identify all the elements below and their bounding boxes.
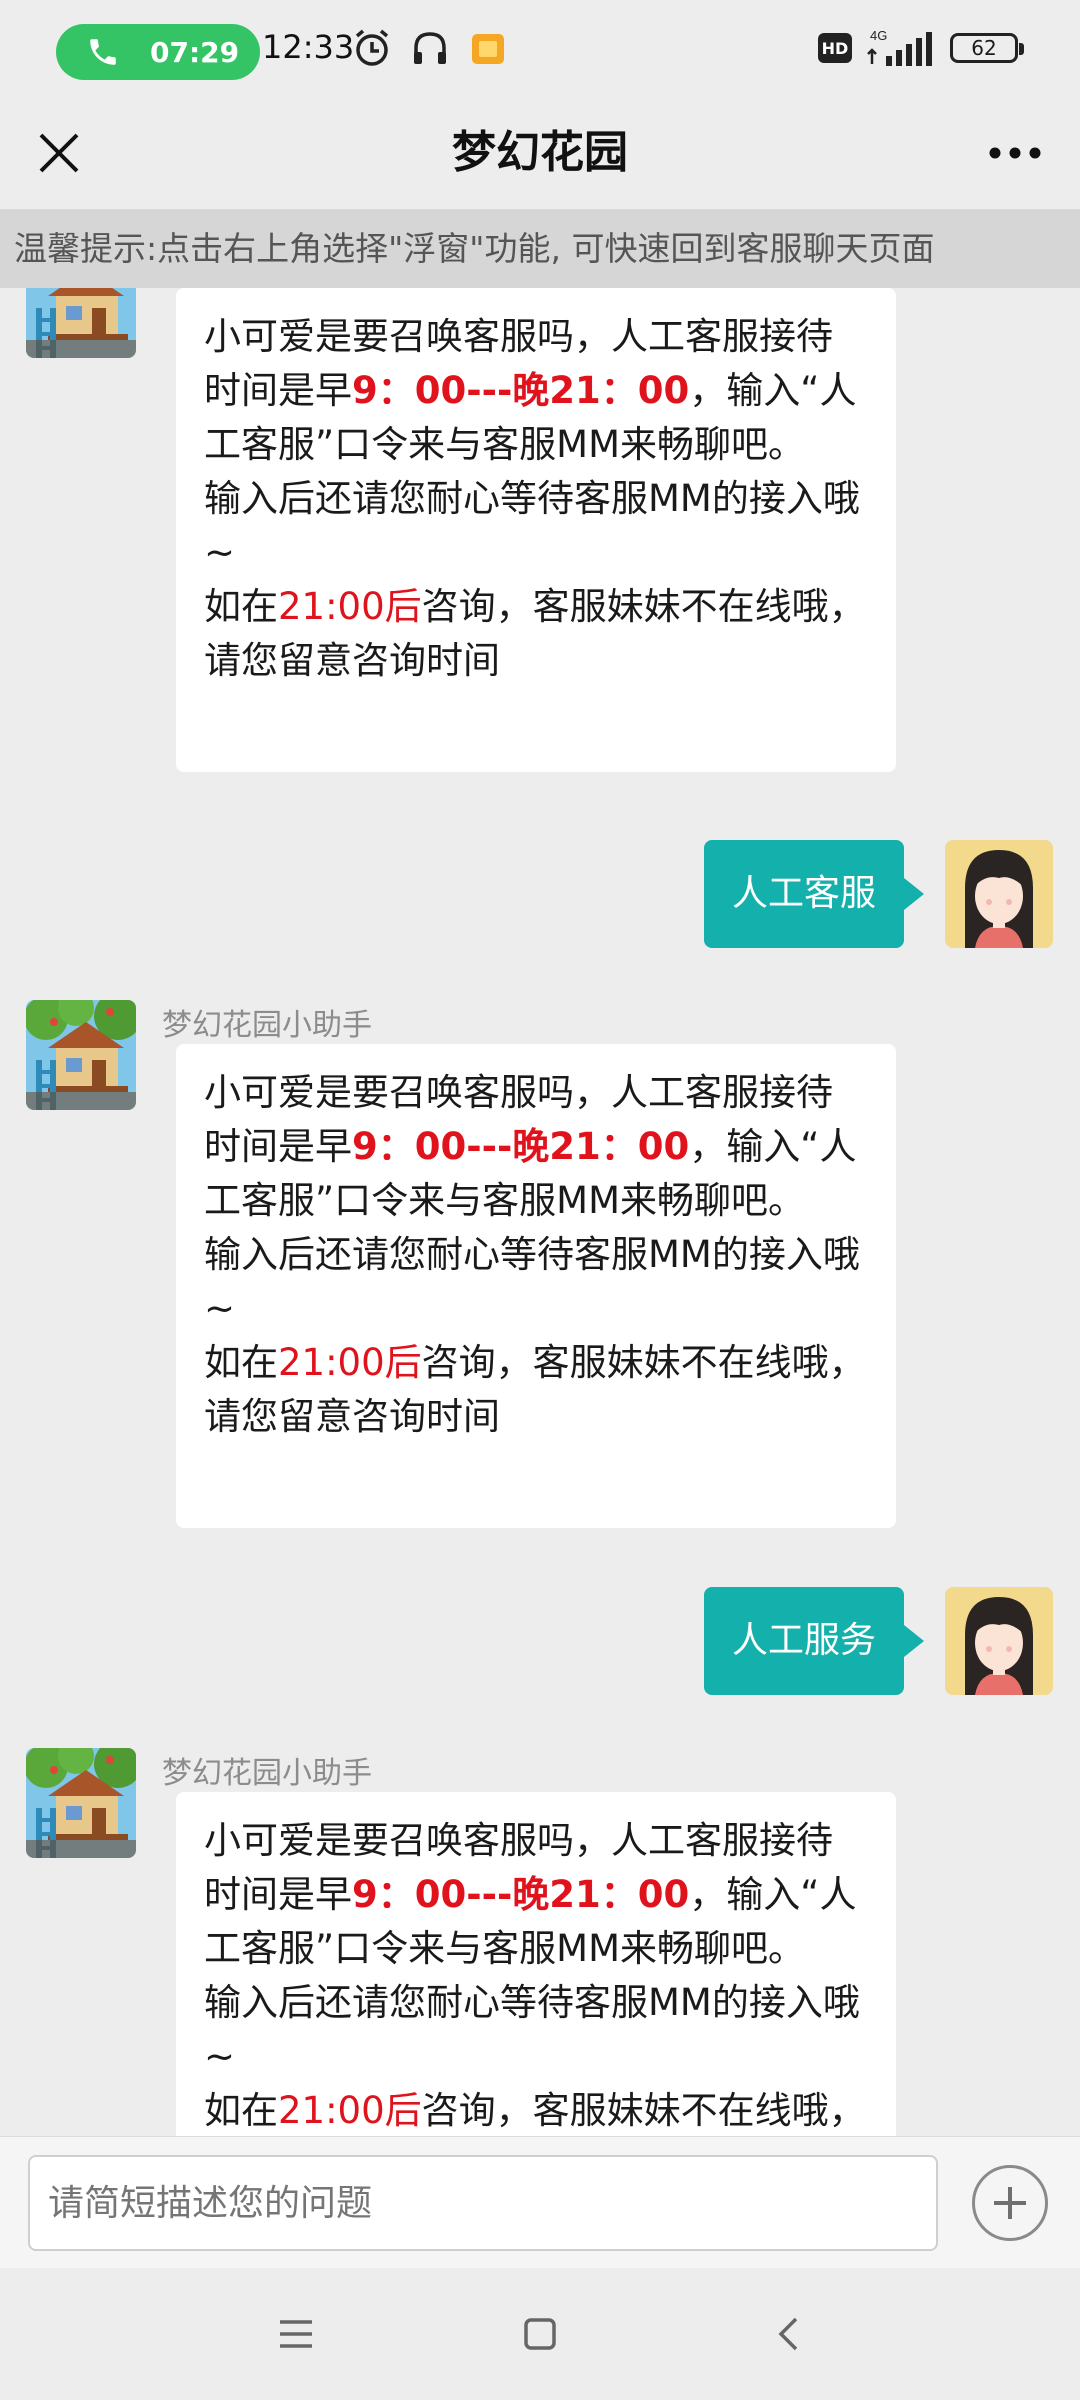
home-icon <box>524 2318 556 2350</box>
bot-message-bubble[interactable]: 小可爱是要召唤客服吗，人工客服接待时间是早9：00---晚21：00，输入“人工… <box>176 288 896 772</box>
more-icon <box>989 147 1041 159</box>
page-title: 梦幻花园 <box>452 127 628 178</box>
user-message-bubble[interactable]: 人工客服 <box>703 840 925 948</box>
plus-icon <box>994 2187 1026 2219</box>
title-bar: 梦幻花园 <box>0 100 1080 210</box>
message-input[interactable] <box>28 2155 938 2251</box>
user-avatar[interactable] <box>945 1587 1053 1695</box>
input-bar <box>0 2136 1080 2268</box>
bot-message-bubble[interactable]: 小可爱是要召唤客服吗，人工客服接待时间是早9：00---晚21：00，输入“人工… <box>176 1044 896 1528</box>
sender-name: 梦幻花园小助手 <box>162 1008 372 1043</box>
bot-avatar[interactable] <box>26 288 136 358</box>
recent-apps-button[interactable] <box>264 2302 328 2366</box>
bot-avatar[interactable] <box>26 1748 136 1858</box>
network-type: 4G <box>870 28 887 43</box>
alarm-icon <box>352 26 392 70</box>
battery-level: 62 <box>971 36 997 60</box>
chat-area[interactable]: 梦幻花园小助手 小可爱是要召唤客服吗，人工客服接待时间是早9：00---晚21：… <box>0 288 1080 2136</box>
menu-icon <box>280 2320 312 2348</box>
add-attachment-button[interactable] <box>972 2165 1048 2241</box>
more-button[interactable] <box>970 118 1060 188</box>
home-button[interactable] <box>508 2302 572 2366</box>
back-button[interactable] <box>756 2302 820 2366</box>
battery-icon: 62 <box>950 33 1024 63</box>
tip-banner: 温馨提示:点击右上角选择"浮窗"功能, 可快速回到客服聊天页面 <box>0 210 1080 288</box>
user-message-bubble[interactable]: 人工服务 <box>703 1587 925 1695</box>
status-bar: 07:29 12:33 HD 4G 62 <box>0 0 1080 100</box>
hd-badge: HD <box>818 33 852 63</box>
ongoing-call-pill[interactable]: 07:29 <box>56 24 260 80</box>
phone-icon <box>90 39 116 65</box>
bot-avatar[interactable] <box>26 1000 136 1110</box>
notes-icon <box>468 26 508 70</box>
status-clock: 12:33 <box>262 28 355 66</box>
signal-icon: 4G <box>867 28 932 66</box>
sender-name: 梦幻花园小助手 <box>162 1756 372 1791</box>
system-nav-bar <box>0 2268 1080 2400</box>
bot-message-bubble[interactable]: 小可爱是要召唤客服吗，人工客服接待时间是早9：00---晚21：00，输入“人工… <box>176 1792 896 2136</box>
headphones-icon <box>410 26 450 70</box>
call-timer: 07:29 <box>150 35 240 69</box>
back-icon <box>778 2317 798 2351</box>
user-avatar[interactable] <box>945 840 1053 948</box>
